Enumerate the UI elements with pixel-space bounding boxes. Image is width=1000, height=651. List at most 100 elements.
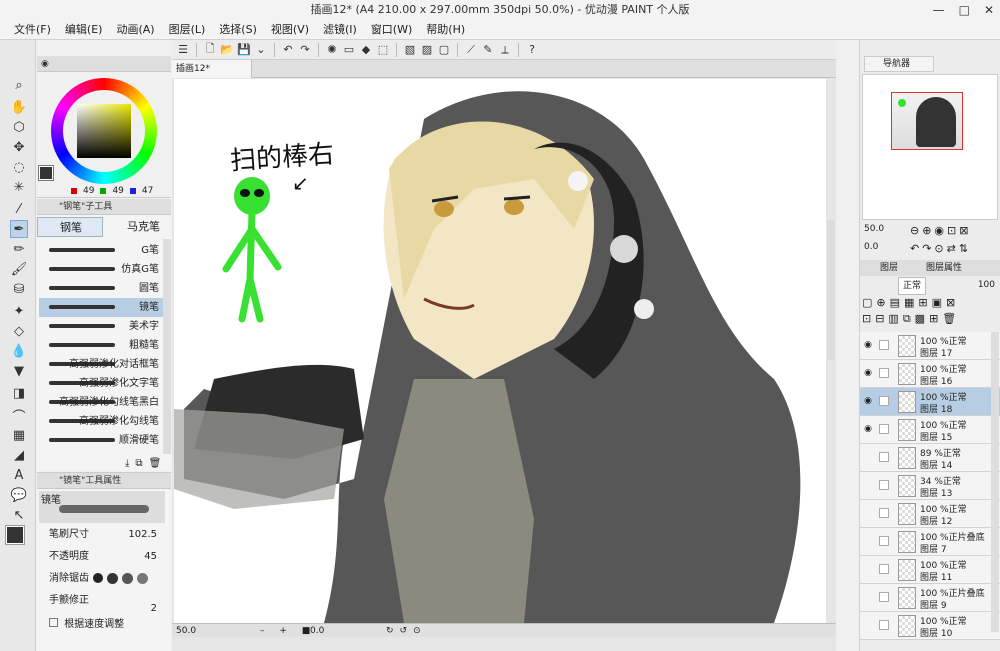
redo-icon[interactable]: ↷ [298,43,312,57]
ruler-icon[interactable]: ⟋ [464,43,478,57]
balloon-icon[interactable]: 💬 [10,486,28,504]
tab-layers[interactable]: 图层 [880,260,898,276]
antialias-options[interactable] [93,573,148,584]
maximize-button[interactable]: □ [959,0,970,20]
antialias-strong-icon[interactable] [137,573,148,584]
menu-animation[interactable]: 动画(A) [110,20,160,39]
eye-icon[interactable]: ◉ [863,396,873,406]
layer-lock-checkbox[interactable] [879,340,889,350]
layer-row[interactable]: 89 %正常 图层 14 [860,444,1000,472]
deselect-icon[interactable]: ▧ [403,43,417,57]
zoom-controls[interactable]: – + ■ [260,624,316,638]
layer-lock-checkbox[interactable] [879,536,889,546]
layer-row[interactable]: ◉ 100 %正常 图层 18 [860,388,1000,416]
navigator-rotate-buttons[interactable]: ↶↷⊙⇄⇅ [910,242,971,255]
drawing-canvas[interactable]: 扫的棒右 ↙ [174,79,826,623]
blend-mode-select[interactable]: 正常 [898,277,927,295]
layer-list-scrollbar[interactable] [991,332,999,632]
saturation-value-square[interactable] [77,104,131,158]
clear-icon[interactable]: ▭ [342,43,356,57]
layer-lock-checkbox[interactable] [879,564,889,574]
menu-help[interactable]: 帮助(H) [420,20,471,39]
transform-icon[interactable]: ⬚ [376,43,390,57]
layer-row[interactable]: 100 %正片叠底 图层 7 [860,528,1000,556]
tab-marker[interactable]: 马克笔 [105,217,171,237]
layer-row[interactable]: ◉ 100 %正常 图层 17 [860,332,1000,360]
ruler-tool-icon[interactable]: ◢ [10,446,28,464]
menu-icon[interactable]: ☰ [176,43,190,57]
magic-wand-icon[interactable]: ✳ [10,178,28,196]
layer-lock-checkbox[interactable] [879,396,889,406]
speed-checkbox[interactable] [49,618,58,627]
menu-view[interactable]: 视图(V) [265,20,315,39]
hand-icon[interactable]: ✋ [10,98,28,116]
brush-item[interactable]: 美术字 [39,317,165,336]
brush-list-scrollbar[interactable] [163,239,171,454]
menu-layer[interactable]: 图层(L) [163,20,212,39]
eye-icon[interactable]: ◉ [863,368,873,378]
current-color-swatch[interactable] [39,166,53,180]
layer-lock-checkbox[interactable] [879,620,889,630]
navigator-angle[interactable]: 0.0 [864,242,878,252]
color-wheel-icon[interactable]: ◉ [41,59,49,69]
layer-row[interactable]: ◉ 100 %正常 图层 16 [860,360,1000,388]
save-icon[interactable]: 💾 [237,43,251,57]
perspective-icon[interactable]: ⟂ [498,43,512,57]
brush-item[interactable]: 顺滑硬笔 [39,431,165,450]
brush-item[interactable]: 粗糙笔 [39,336,165,355]
curve-icon[interactable]: ⌒ [10,406,28,425]
antialias-none-icon[interactable] [93,573,103,583]
operation-icon[interactable]: ⬡ [10,118,28,136]
layer-row[interactable]: 100 %正常 图层 12 [860,500,1000,528]
brush-item[interactable]: 镜笔 [39,298,165,317]
eye-icon[interactable]: ◉ [863,340,873,350]
airbrush-icon[interactable]: ⛁ [10,280,28,298]
lasso-icon[interactable]: ◌ [10,158,28,176]
rotate-controls[interactable]: ↻↺⊙ [386,624,427,638]
gradient-icon[interactable]: ◨ [10,384,28,402]
menu-window[interactable]: 窗口(W) [365,20,418,39]
frame-icon[interactable]: ▦ [10,426,28,444]
brush-item[interactable]: 高强弱渗化文字笔 [39,374,165,393]
minimize-button[interactable]: — [933,0,945,20]
eye-icon[interactable] [863,508,873,518]
undo-icon[interactable]: ↶ [281,43,295,57]
tab-layer-property[interactable]: 图层属性 [926,260,962,276]
brush-item[interactable]: G笔 [39,241,165,260]
navigator-view[interactable] [862,74,998,220]
chevron-down-icon[interactable]: ⌄ [254,43,268,57]
layer-row[interactable]: ◉ 100 %正常 图层 15 [860,416,1000,444]
document-tab[interactable]: 插画12* [172,60,252,78]
opacity-value[interactable]: 45 [144,547,157,567]
layer-lock-checkbox[interactable] [879,508,889,518]
antialias-medium-icon[interactable] [122,573,133,584]
eye-icon[interactable] [863,452,873,462]
eraser-icon[interactable]: ◇ [10,322,28,340]
zoom-icon[interactable]: ⌕ [10,76,28,94]
eye-icon[interactable] [863,480,873,490]
brush-item[interactable]: 圆笔 [39,279,165,298]
duplicate-icon[interactable]: ⧉ [135,458,142,469]
navigator-zoom[interactable]: 50.0 [864,224,884,234]
layer-lock-checkbox[interactable] [879,480,889,490]
canvas-angle-value[interactable]: 0.0 [310,624,324,638]
eye-icon[interactable] [863,564,873,574]
layer-row[interactable]: 100 %正常 图层 10 [860,612,1000,640]
brush-size-value[interactable]: 102.5 [128,525,157,545]
eye-icon[interactable]: ◉ [863,424,873,434]
brush-icon[interactable]: 🖌 [10,260,28,278]
close-button[interactable]: ✕ [984,0,994,20]
loading-icon[interactable]: ✺ [325,43,339,57]
menu-select[interactable]: 选择(S) [213,20,263,39]
download-icon[interactable]: ⤓ [125,458,129,469]
help-icon[interactable]: ? [525,43,539,57]
decoration-icon[interactable]: ✦ [10,302,28,320]
tab-pen[interactable]: 钢笔 [37,217,103,237]
brush-item[interactable]: 仿真G笔 [39,260,165,279]
canvas-vertical-scrollbar[interactable] [827,220,835,360]
move-icon[interactable]: ✥ [10,138,28,156]
brush-item[interactable]: 高强弱渗化对话框笔 [39,355,165,374]
text-icon[interactable]: A [10,466,28,484]
layer-actions-row[interactable]: ⊡⊟▥⧉▩⊞🗑 [862,312,960,326]
pen-icon[interactable]: ✒ [10,220,28,238]
